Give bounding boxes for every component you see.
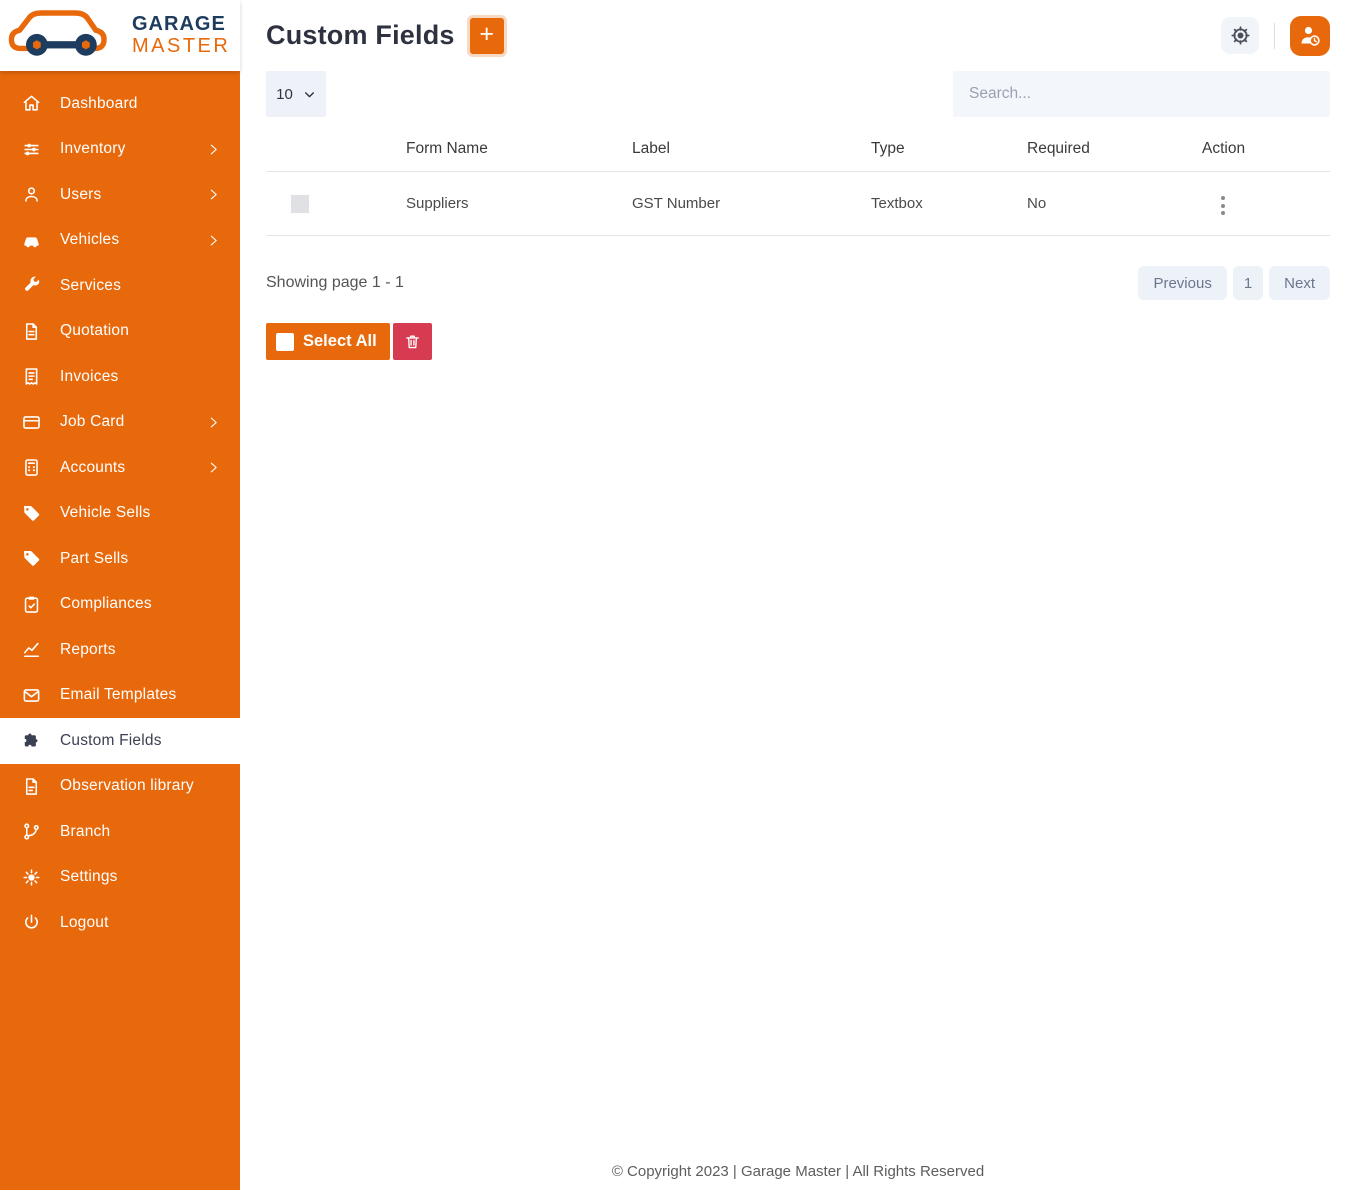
sidebar-item-label: Branch [60, 823, 110, 841]
trash-icon [404, 333, 421, 350]
sidebar-item-label: Users [60, 186, 101, 204]
sidebar-item-reports[interactable]: Reports [0, 627, 240, 673]
sidebar-item-email-templates[interactable]: Email Templates [0, 673, 240, 719]
sidebar-item-invoices[interactable]: Invoices [0, 354, 240, 400]
sidebar-item-services[interactable]: Services [0, 263, 240, 309]
sidebar-item-label: Inventory [60, 140, 126, 158]
sidebar-item-accounts[interactable]: Accounts [0, 445, 240, 491]
next-page-button[interactable]: Next [1269, 266, 1330, 300]
pagination-buttons: Previous 1 Next [1138, 266, 1330, 300]
sidebar-item-quotation[interactable]: Quotation [0, 309, 240, 355]
column-header-label: Label [607, 125, 846, 172]
add-custom-field-button[interactable]: + [470, 18, 504, 54]
sidebar-item-part-sells[interactable]: Part Sells [0, 536, 240, 582]
select-all-button[interactable]: Select All [266, 323, 390, 360]
sidebar-nav: Dashboard Inventory Users Vehicles Servi… [0, 71, 240, 946]
cell-label: GST Number [607, 172, 846, 236]
sidebar-item-label: Logout [60, 914, 109, 932]
row-checkbox[interactable] [291, 195, 309, 213]
chevron-right-icon [207, 461, 220, 474]
page-number-button[interactable]: 1 [1233, 266, 1263, 300]
sidebar-item-label: Accounts [60, 459, 125, 477]
sidebar: GARAGE MASTER Dashboard Inventory Users … [0, 0, 240, 1190]
page-size-value: 10 [276, 86, 293, 103]
sidebar-item-compliances[interactable]: Compliances [0, 582, 240, 628]
brand-logo[interactable]: GARAGE MASTER [0, 0, 240, 71]
sidebar-item-label: Job Card [60, 413, 125, 431]
sidebar-item-observation-library[interactable]: Observation library [0, 764, 240, 810]
column-header-required: Required [1002, 125, 1177, 172]
sidebar-item-label: Reports [60, 641, 116, 659]
select-all-checkbox[interactable] [276, 333, 294, 351]
sidebar-item-label: Observation library [60, 777, 194, 795]
sidebar-item-settings[interactable]: Settings [0, 855, 240, 901]
cell-form-name: Suppliers [381, 172, 607, 236]
topbar-actions [1221, 16, 1330, 56]
gear-icon [1230, 25, 1251, 46]
chevron-right-icon [207, 234, 220, 247]
sidebar-item-vehicle-sells[interactable]: Vehicle Sells [0, 491, 240, 537]
sidebar-item-job-card[interactable]: Job Card [0, 400, 240, 446]
row-actions-kebab-icon[interactable] [1216, 191, 1230, 220]
page-size-select[interactable]: 10 [266, 71, 326, 117]
sidebar-item-label: Email Templates [60, 686, 176, 704]
sidebar-item-label: Vehicle Sells [60, 504, 150, 522]
sidebar-item-label: Dashboard [60, 95, 138, 113]
sidebar-item-label: Services [60, 277, 121, 295]
sidebar-item-vehicles[interactable]: Vehicles [0, 218, 240, 264]
car-wrench-logo-icon [6, 4, 124, 67]
sidebar-item-inventory[interactable]: Inventory [0, 127, 240, 173]
sidebar-item-label: Invoices [60, 368, 118, 386]
bulk-actions: Select All [266, 323, 1330, 360]
pagination-summary: Showing page 1 - 1 [266, 274, 404, 292]
user-clock-icon [1298, 24, 1322, 48]
sidebar-item-label: Compliances [60, 595, 152, 613]
cell-required: No [1002, 172, 1177, 236]
previous-page-button[interactable]: Previous [1138, 266, 1226, 300]
topbar-divider [1274, 23, 1275, 49]
table-row: Suppliers GST Number Textbox No [266, 172, 1330, 236]
chevron-right-icon [207, 143, 220, 156]
footer: © Copyright 2023 | Garage Master | All R… [266, 1147, 1330, 1190]
search-input[interactable] [953, 71, 1330, 117]
chevron-right-icon [207, 416, 220, 429]
table-header-row: Form Name Label Type Required Action [266, 125, 1330, 172]
topbar: Custom Fields + [266, 0, 1330, 71]
delete-selected-button[interactable] [393, 323, 432, 360]
brand-wordmark: GARAGE MASTER [132, 14, 230, 57]
sidebar-item-logout[interactable]: Logout [0, 900, 240, 946]
chevron-right-icon [207, 188, 220, 201]
sidebar-item-label: Custom Fields [60, 732, 162, 750]
column-header-checkbox [266, 125, 381, 172]
select-all-label: Select All [303, 332, 377, 351]
sidebar-item-label: Vehicles [60, 231, 119, 249]
settings-button[interactable] [1221, 17, 1259, 54]
brand-name-bottom: MASTER [132, 36, 230, 58]
sidebar-item-users[interactable]: Users [0, 172, 240, 218]
sidebar-item-dashboard[interactable]: Dashboard [0, 81, 240, 127]
main-content: Custom Fields + 10 [240, 0, 1366, 1190]
sidebar-item-branch[interactable]: Branch [0, 809, 240, 855]
cell-type: Textbox [846, 172, 1002, 236]
table-toolbar: 10 [266, 71, 1330, 117]
column-header-type: Type [846, 125, 1002, 172]
page-title: Custom Fields [266, 20, 455, 51]
sidebar-item-label: Quotation [60, 322, 129, 340]
profile-button[interactable] [1290, 16, 1330, 56]
column-header-form-name: Form Name [381, 125, 607, 172]
brand-name-top: GARAGE [132, 14, 230, 36]
chevron-down-icon [303, 88, 316, 101]
custom-fields-table: Form Name Label Type Required Action Sup… [266, 125, 1330, 236]
sidebar-item-label: Part Sells [60, 550, 128, 568]
sidebar-item-custom-fields[interactable]: Custom Fields [0, 718, 240, 764]
pagination: Showing page 1 - 1 Previous 1 Next [266, 266, 1330, 300]
sidebar-item-label: Settings [60, 868, 118, 886]
copyright-text: © Copyright 2023 | Garage Master | All R… [612, 1163, 984, 1180]
column-header-action: Action [1177, 125, 1330, 172]
